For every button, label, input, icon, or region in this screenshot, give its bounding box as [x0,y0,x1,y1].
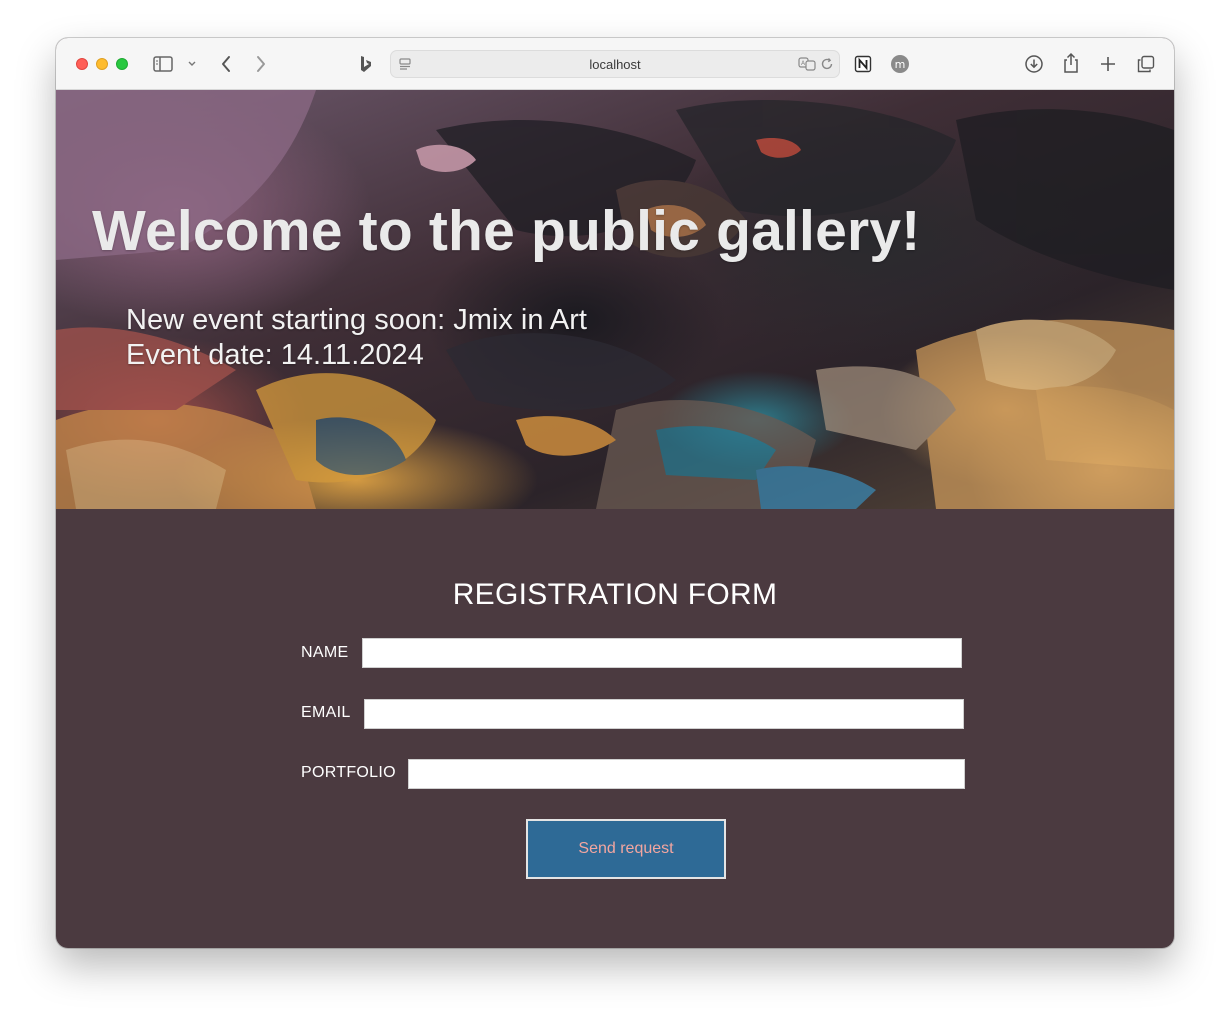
hero-banner: Welcome to the public gallery! New event… [56,90,1174,509]
back-icon[interactable] [216,53,236,75]
portfolio-label: PORTFOLIO [301,764,396,781]
zoom-window-button[interactable] [116,58,128,70]
close-window-button[interactable] [76,58,88,70]
download-icon[interactable] [1023,53,1045,75]
browser-toolbar: localhost A m [56,38,1174,90]
minimize-window-button[interactable] [96,58,108,70]
reload-icon[interactable] [819,56,835,72]
address-bar[interactable]: localhost A [390,50,840,78]
send-request-button[interactable]: Send request [526,819,726,879]
name-input[interactable] [362,638,962,668]
email-input[interactable] [364,699,964,729]
sidebar-icon[interactable] [152,54,174,74]
name-label: NAME [301,644,349,661]
form-title: REGISTRATION FORM [452,578,778,611]
share-icon[interactable] [1060,51,1082,75]
translate-icon[interactable]: A [797,56,817,72]
forward-icon[interactable] [251,53,271,75]
new-tab-icon[interactable] [1097,53,1119,75]
hero-title: Welcome to the public gallery! [92,199,921,263]
painting-background [56,90,1174,509]
chevron-down-icon[interactable] [184,56,200,72]
tabs-overview-icon[interactable] [1135,53,1157,75]
email-label: EMAIL [301,704,351,721]
profile-icon[interactable]: m [890,54,910,74]
svg-text:A: A [801,60,806,67]
bing-icon[interactable] [356,53,376,75]
event-date: Event date: 14.11.2024 [126,339,424,371]
url-text[interactable]: localhost [391,57,839,72]
browser-window: localhost A m Welcome to the public gall… [56,38,1174,948]
notion-icon[interactable] [853,54,873,74]
event-announcement: New event starting soon: Jmix in Art [126,304,587,336]
svg-text:m: m [895,58,906,71]
portfolio-input[interactable] [408,759,965,789]
